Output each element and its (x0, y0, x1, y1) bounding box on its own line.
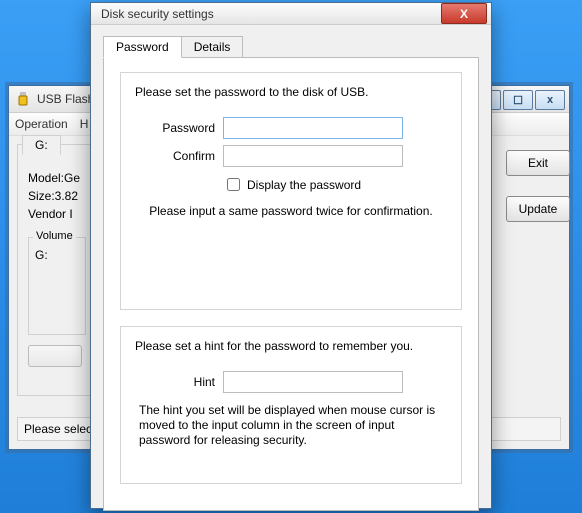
menu-help[interactable]: H (80, 117, 89, 131)
update-button[interactable]: Update (506, 196, 570, 222)
menu-operation[interactable]: Operation (15, 117, 68, 131)
usb-icon (15, 91, 31, 107)
display-password-label: Display the password (247, 178, 361, 192)
tab-strip: Password Details (103, 36, 479, 58)
close-button[interactable]: x (535, 90, 565, 110)
exit-button[interactable]: Exit (506, 150, 570, 176)
hint-row: Hint (135, 371, 447, 393)
password-message: Please input a same password twice for c… (135, 204, 447, 218)
tab-panel: Please set the password to the disk of U… (103, 57, 479, 511)
drive-tab[interactable]: G: (22, 135, 61, 155)
tab-details[interactable]: Details (181, 36, 244, 58)
password-label: Password (135, 121, 215, 135)
dialog-body: Password Details Please set the password… (91, 25, 491, 513)
drive-model: Model:Ge (28, 169, 88, 187)
drive-vendor: Vendor I (28, 205, 88, 223)
hint-input[interactable] (223, 371, 403, 393)
volume-legend: Volume (33, 230, 76, 242)
password-intro: Please set the password to the disk of U… (135, 85, 447, 99)
hint-message: The hint you set will be displayed when … (139, 403, 443, 448)
drive-size: Size:3.82 (28, 187, 88, 205)
password-input[interactable] (223, 117, 403, 139)
confirm-label: Confirm (135, 149, 215, 163)
dialog-close-button[interactable]: X (441, 3, 487, 24)
confirm-input[interactable] (223, 145, 403, 167)
dialog-title: Disk security settings (101, 7, 441, 21)
dialog-titlebar: Disk security settings X (91, 3, 491, 25)
progress-bar (28, 345, 82, 367)
hint-group: Please set a hint for the password to re… (120, 326, 462, 484)
password-row: Password (135, 117, 447, 139)
maximize-button[interactable]: ☐ (503, 90, 533, 110)
display-password-checkbox[interactable] (227, 178, 240, 191)
tab-password[interactable]: Password (103, 36, 182, 58)
volume-value: G: (35, 248, 79, 262)
drive-info: Model:Ge Size:3.82 Vendor I (28, 169, 88, 223)
hint-intro: Please set a hint for the password to re… (135, 339, 447, 353)
volume-group: Volume G: (28, 237, 86, 335)
password-group: Please set the password to the disk of U… (120, 72, 462, 310)
hint-label: Hint (135, 375, 215, 389)
disk-security-dialog: Disk security settings X Password Detail… (90, 2, 492, 509)
confirm-row: Confirm (135, 145, 447, 167)
drive-frame: G: Model:Ge Size:3.82 Vendor I Volume G: (17, 144, 99, 396)
display-password-row: Display the password (223, 175, 447, 194)
